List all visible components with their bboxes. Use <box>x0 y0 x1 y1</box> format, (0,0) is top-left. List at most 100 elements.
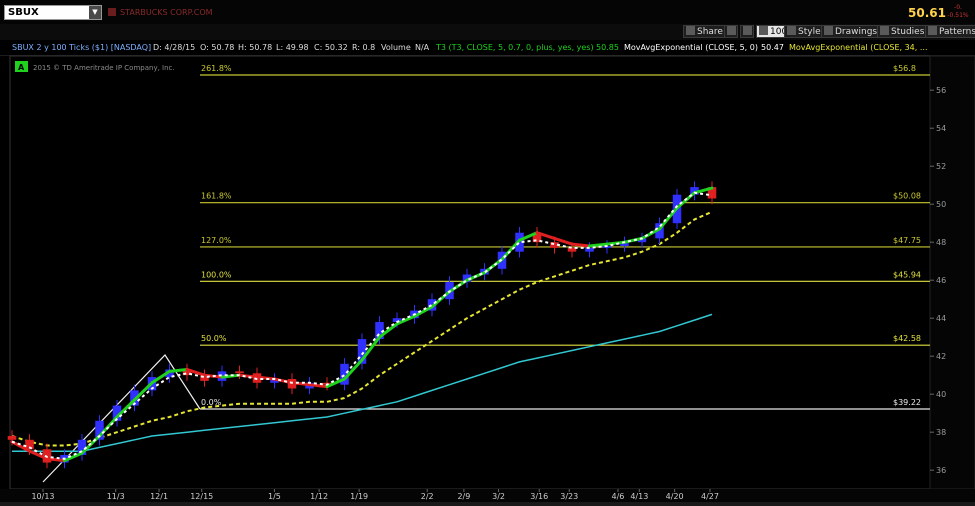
ema5-study-label: MovAvgExponential (CLOSE, 5, 0) <box>624 43 758 52</box>
t3-segment <box>570 242 591 248</box>
patterns-button[interactable]: Patterns <box>925 25 975 38</box>
price-tick-label: 42 <box>936 352 946 361</box>
bar-low: L: 49.98 <box>276 43 309 52</box>
candle-body <box>637 238 647 243</box>
candle-body <box>217 371 227 381</box>
candle-body <box>655 223 664 239</box>
t3-segment <box>343 358 364 381</box>
scroll-strip[interactable] <box>0 502 975 506</box>
ema5-line <box>11 191 713 460</box>
t3-segment <box>605 240 626 246</box>
ema5-study-value: 50.47 <box>761 43 784 52</box>
price-tick-label: 54 <box>936 124 946 133</box>
t3-segment <box>168 367 189 373</box>
share-icon <box>686 26 695 35</box>
ema-long-line <box>12 313 713 452</box>
fib-label: 127.0% <box>201 236 232 245</box>
price-tick-label: 44 <box>936 314 946 323</box>
price-change-net: -0. <box>954 4 962 11</box>
t3-segment <box>133 381 154 402</box>
cursor-button[interactable] <box>724 25 738 38</box>
time-tick-label: 4/6 <box>612 492 625 501</box>
price-tick-label: 46 <box>936 276 946 285</box>
bar-date: D: 4/28/15 <box>153 43 196 52</box>
chevron-down-icon[interactable]: ▼ <box>89 6 101 19</box>
patterns-label: Patterns <box>939 27 975 37</box>
t3-segment <box>640 227 661 240</box>
plot-area <box>9 55 931 490</box>
company-icon <box>108 8 116 16</box>
candle-body <box>602 245 612 248</box>
time-tick-label: 10/13 <box>31 492 54 501</box>
t3-segment <box>28 449 49 461</box>
fib-label: 261.8% <box>201 64 232 73</box>
price-tick-label: 50 <box>936 200 946 209</box>
candle-body <box>567 247 577 252</box>
share-button[interactable]: Share <box>683 25 726 38</box>
study-legend-bar: SBUX 2 y 100 Ticks ($1) [NASDAQ] D: 4/28… <box>0 40 975 56</box>
bar-close: C: 50.32 <box>314 43 348 52</box>
t3-segment <box>80 434 101 455</box>
chart-badge-text: A <box>18 63 25 72</box>
t3-segment <box>273 377 294 385</box>
chart-toolbar: Share 100 Style Drawings Studies Pattern… <box>0 24 975 40</box>
time-tick-label: 1/12 <box>310 492 328 501</box>
time-tick-label: 4/13 <box>630 492 648 501</box>
candle-body <box>25 439 34 450</box>
time-tick-label: 11/3 <box>107 492 125 501</box>
candle-body <box>480 268 489 275</box>
symbol-text: SBUX <box>8 7 39 18</box>
t3-segment <box>308 383 329 389</box>
studies-icon <box>880 26 889 35</box>
candle-body <box>672 194 682 224</box>
t3-segment <box>535 231 556 240</box>
bar-open: O: 50.78 <box>200 43 235 52</box>
t3-segment <box>675 191 696 210</box>
bar-range: R: 0.8 <box>352 43 376 52</box>
t3-segment <box>325 377 346 389</box>
candle-body <box>497 251 507 269</box>
candle-body <box>7 435 17 440</box>
fib-price: $47.75 <box>893 236 921 245</box>
time-tick-label: 12/15 <box>190 492 213 501</box>
studies-button[interactable]: Studies <box>877 25 928 38</box>
t3-segment <box>518 231 539 242</box>
time-tick-label: 4/20 <box>666 492 684 501</box>
price-chart[interactable]: A 2015 © TD Ameritrade IP Company, Inc. 3… <box>0 0 975 506</box>
time-tick-label: 2/9 <box>457 492 470 501</box>
candle-body <box>165 369 174 378</box>
candle-body <box>112 405 122 421</box>
studies-label: Studies <box>891 27 925 37</box>
candle-body <box>392 318 402 322</box>
fib-label: 0.0% <box>201 398 222 407</box>
style-label: Style <box>798 27 821 37</box>
style-button[interactable]: Style <box>784 25 824 38</box>
drawings-label: Drawings <box>835 27 878 37</box>
drawings-button[interactable]: Drawings <box>821 25 881 38</box>
t3-segment <box>185 367 206 377</box>
t3-segment <box>693 186 714 195</box>
candle-body <box>60 454 69 463</box>
style-icon <box>787 26 796 35</box>
time-tick-label: 3/23 <box>560 492 578 501</box>
time-tick-label: 12/1 <box>150 492 168 501</box>
candle-body <box>305 382 314 389</box>
volume-label: Volume <box>381 43 411 52</box>
t3-segment <box>483 257 504 275</box>
symbol-input[interactable]: SBUX ▼ <box>4 5 102 20</box>
candle-body <box>550 242 559 248</box>
wrench-button[interactable] <box>740 25 754 38</box>
chart-badge <box>15 61 28 72</box>
bar-high: H: 50.78 <box>238 43 273 52</box>
candle-body <box>585 247 594 252</box>
price-axis <box>929 55 975 490</box>
candle-body <box>95 420 104 440</box>
t3-segment <box>360 335 381 362</box>
t3-segment <box>220 373 241 379</box>
share-label: Share <box>697 27 723 37</box>
candle-body <box>445 282 454 300</box>
candle-body <box>690 187 699 195</box>
candle-body <box>462 274 472 283</box>
time-axis <box>0 489 975 502</box>
ema34-study-label: MovAvgExponential (CLOSE, 34, ... <box>789 43 928 52</box>
